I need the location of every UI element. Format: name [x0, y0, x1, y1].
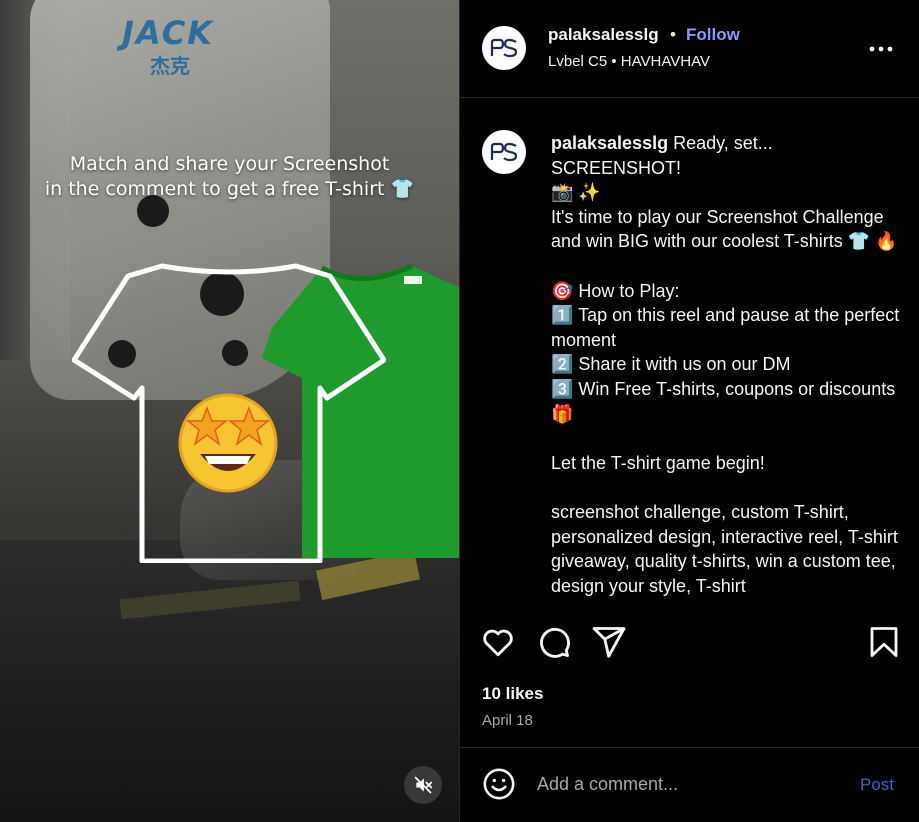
likes-count[interactable]: 10 likes — [482, 684, 543, 704]
machine-brand-text: JACK — [122, 14, 214, 52]
post-date[interactable]: April 18 — [482, 712, 533, 729]
bookmark-icon[interactable] — [866, 624, 902, 660]
star-struck-emoji — [178, 393, 278, 493]
reel-caption-line: Match and share your Screenshot — [69, 153, 390, 175]
post-actions: 10 likes April 18 — [460, 608, 919, 748]
reel-caption-overlay: Match and share your Screenshot in the c… — [0, 152, 459, 202]
instagram-post-modal: JACK 杰克 Match and share your Screenshot … — [0, 0, 919, 822]
heart-icon[interactable] — [480, 624, 516, 660]
comment-input[interactable] — [537, 769, 837, 799]
more-options-icon — [869, 46, 893, 52]
add-comment-bar: Post — [460, 749, 919, 822]
mute-toggle-button[interactable] — [404, 766, 442, 804]
reel-media[interactable]: JACK 杰克 Match and share your Screenshot … — [0, 0, 459, 822]
reel-caption-line: in the comment to get a free T-shirt 👕 — [44, 178, 415, 200]
caption-comments-area[interactable]: palaksalesslg Ready, set... SCREENSHOT! … — [460, 99, 919, 607]
post-comment-button[interactable]: Post — [860, 775, 894, 795]
caption-body: Ready, set... SCREENSHOT! 📸 ✨ It's time … — [551, 133, 900, 596]
share-icon[interactable] — [591, 624, 627, 660]
post-author-username[interactable]: palaksalesslg — [548, 25, 659, 45]
brand-logo-icon — [490, 38, 518, 58]
post-audio-subtitle[interactable]: Lvbel C5 • HAVHAVHAV — [548, 53, 710, 70]
smiley-icon[interactable] — [482, 767, 516, 801]
speaker-muted-icon — [414, 776, 433, 794]
avatar[interactable] — [482, 26, 526, 70]
separator-dot: • — [670, 25, 676, 44]
post-header: palaksalesslg • Follow Lvbel C5 • HAVHAV… — [460, 0, 919, 98]
brand-logo-icon — [490, 142, 518, 162]
post-caption: palaksalesslg Ready, set... SCREENSHOT! … — [551, 131, 906, 598]
caption-username[interactable]: palaksalesslg — [551, 133, 668, 153]
follow-button[interactable]: Follow — [686, 25, 740, 45]
more-options-button[interactable] — [866, 34, 896, 64]
machine-brand-subtext: 杰克 — [150, 54, 190, 78]
post-details-panel: palaksalesslg • Follow Lvbel C5 • HAVHAV… — [459, 0, 919, 822]
comment-icon[interactable] — [536, 624, 572, 660]
avatar[interactable] — [482, 130, 526, 174]
